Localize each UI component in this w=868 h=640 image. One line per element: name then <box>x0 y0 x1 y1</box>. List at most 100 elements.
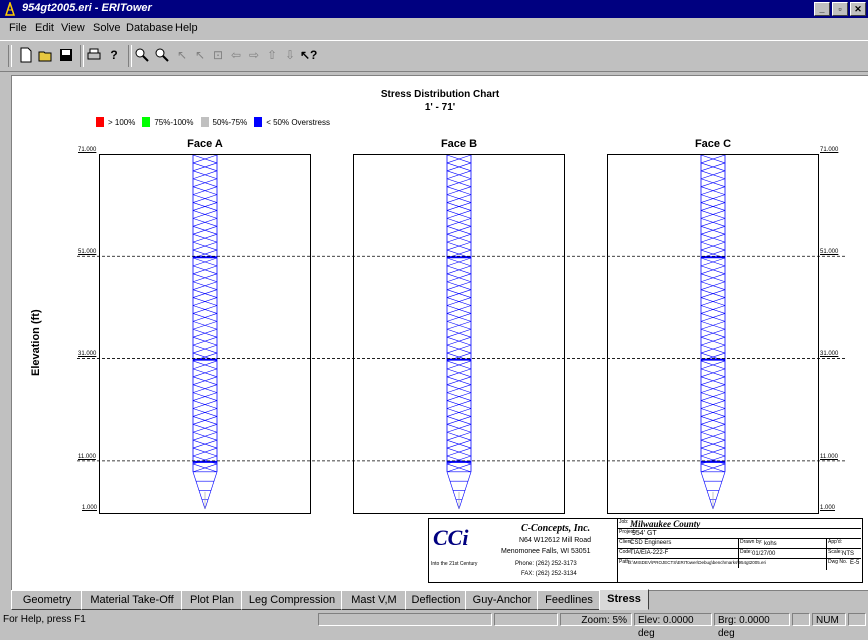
tab-stress[interactable]: Stress <box>599 589 649 610</box>
date-label: Date: <box>740 549 752 555</box>
close-button[interactable]: ✕ <box>850 2 866 16</box>
legend-swatch-red <box>96 117 104 127</box>
app-tower-icon <box>4 2 16 16</box>
select-icon[interactable]: ↖ <box>174 47 190 63</box>
maximize-button[interactable]: ▫ <box>832 2 848 16</box>
print-icon[interactable] <box>86 47 102 63</box>
scale-label: Scale: <box>828 549 842 555</box>
project-value: 954' GT <box>632 530 657 537</box>
tab-guy-anchor[interactable]: Guy-Anchor <box>465 590 539 610</box>
new-icon[interactable] <box>18 47 34 63</box>
face-b-tower <box>446 154 472 510</box>
status-help: For Help, press F1 <box>3 614 86 625</box>
pan-up-icon[interactable]: ⇧ <box>264 47 280 63</box>
save-icon[interactable] <box>58 47 74 63</box>
pan-down-icon[interactable]: ⇩ <box>282 47 298 63</box>
menu-solve[interactable]: Solve <box>93 22 121 34</box>
context-help-icon[interactable]: ↖? <box>300 47 317 63</box>
help-about-icon[interactable]: ? <box>106 47 122 63</box>
status-pane-blank <box>792 613 810 626</box>
face-c-tower <box>700 154 726 510</box>
menu-help[interactable]: Help <box>175 22 198 34</box>
face-a-panel <box>99 154 311 514</box>
date-value: 01/27/00 <box>752 551 776 557</box>
tick-label-right: 11.000 <box>820 454 838 460</box>
drawn-label: Drawn by: <box>740 539 763 545</box>
status-num: NUM <box>812 613 846 626</box>
title-bar: 954gt2005.eri - ERITower _ ▫ ✕ <box>0 0 868 18</box>
chart-legend: > 100% 75%-100% 50%-75% < 50% Overstress <box>96 117 330 127</box>
menu-view[interactable]: View <box>61 22 85 34</box>
company-address2: Menomonee Falls, WI 53051 <box>501 548 591 555</box>
legend-swatch-gray <box>200 117 209 127</box>
company-block: CCi Into the 21st Century C-Concepts, In… <box>429 519 618 582</box>
open-icon[interactable] <box>38 47 54 63</box>
face-c-label: Face C <box>694 138 732 150</box>
status-zoom: Zoom: 5% <box>560 613 632 626</box>
tick-label-left: 31.000 <box>78 351 97 357</box>
face-b-label: Face B <box>440 138 478 150</box>
pointer-icon[interactable]: ↖ <box>192 47 208 63</box>
minimize-button[interactable]: _ <box>814 2 830 16</box>
zoom-in-icon[interactable] <box>134 47 150 63</box>
tick-label-left: 11.000 <box>78 454 96 460</box>
tick-label-right: 31.000 <box>820 351 839 357</box>
legend-label: < 50% Overstress <box>266 117 330 127</box>
menu-database[interactable]: Database <box>126 22 173 34</box>
pan-right-icon[interactable]: ⇨ <box>246 47 262 63</box>
job-value: Milwaukee County <box>630 519 701 529</box>
status-brg: Brg: 0.0000 deg <box>714 613 790 639</box>
tab-plot-plan[interactable]: Plot Plan <box>181 590 243 610</box>
status-bar: For Help, press F1 Zoom: 5% Elev: 0.0000… <box>0 611 868 639</box>
tab-feedlines[interactable]: Feedlines <box>537 590 601 610</box>
scale-value: NTS <box>842 551 854 557</box>
code-value: TIA/EIA-222-F <box>630 550 669 556</box>
menu-file[interactable]: File <box>9 22 27 34</box>
dwg-label: Dwg No. <box>828 559 848 565</box>
tab-mast-vm[interactable]: Mast V,M <box>341 590 407 610</box>
toolbar-separator <box>128 45 132 67</box>
dwg-value: E-5 <box>850 560 860 566</box>
tick-label-right: 51.000 <box>820 249 839 255</box>
menu-bar: File Edit View Solve Database Help <box>0 19 868 39</box>
company-logo: CCi <box>433 525 469 550</box>
status-elev: Elev: 0.0000 deg <box>634 613 712 639</box>
pan-left-icon[interactable]: ⇦ <box>228 47 244 63</box>
tab-deflection[interactable]: Deflection <box>405 590 467 610</box>
face-a-label: Face A <box>187 138 223 150</box>
company-phone: Phone: (262) 252-3173 <box>515 561 577 567</box>
fit-icon[interactable]: ⊡ <box>210 47 226 63</box>
client-value: CSD Engineers <box>630 540 672 546</box>
project-block: Job: Milwaukee County Project: 954' GT C… <box>618 519 862 582</box>
job-label: Job: <box>619 519 629 525</box>
menu-edit[interactable]: Edit <box>35 22 54 34</box>
tab-material-take-off[interactable]: Material Take-Off <box>81 590 183 610</box>
toolbar: ? ↖ ↖ ⊡ ⇦ ⇨ ⇧ ⇩ ↖? <box>0 40 868 72</box>
tick-label-right: 71.000 <box>820 147 839 153</box>
chart-title: Stress Distribution Chart <box>380 89 500 100</box>
company-name: C-Concepts, Inc. <box>521 523 591 534</box>
tab-leg-compression[interactable]: Leg Compression <box>241 590 343 610</box>
status-pane-blank <box>848 613 866 626</box>
company-address1: N64 W12612 Mill Road <box>519 537 591 544</box>
y-axis-label: Elevation (ft) <box>30 309 42 376</box>
legend-label: 75%-100% <box>154 117 194 127</box>
legend-label: 50%-75% <box>212 117 248 127</box>
legend-label: > 100% <box>108 117 136 127</box>
tick-label-left: 71.000 <box>78 147 97 153</box>
company-fax: FAX: (262) 252-3134 <box>521 571 577 577</box>
legend-swatch-blue <box>254 117 263 127</box>
tab-geometry[interactable]: Geometry <box>11 590 83 610</box>
drawing-canvas[interactable]: Stress Distribution Chart 1' - 71' > 100… <box>11 75 868 591</box>
face-a-tower <box>192 154 218 510</box>
tick-label-right: 1.000 <box>820 505 836 511</box>
zoom-out-icon[interactable] <box>154 47 170 63</box>
toolbar-grip <box>8 45 12 67</box>
drawn-value: kohs <box>764 541 777 547</box>
tick-label-left: 51.000 <box>78 249 97 255</box>
window-title: 954gt2005.eri - ERITower <box>22 2 152 14</box>
tick-label-left: 1.000 <box>82 505 98 511</box>
title-block: CCi Into the 21st Century C-Concepts, In… <box>428 518 863 583</box>
chart-subtitle: 1' - 71' <box>424 102 456 113</box>
company-tagline: Into the 21st Century <box>431 561 478 567</box>
